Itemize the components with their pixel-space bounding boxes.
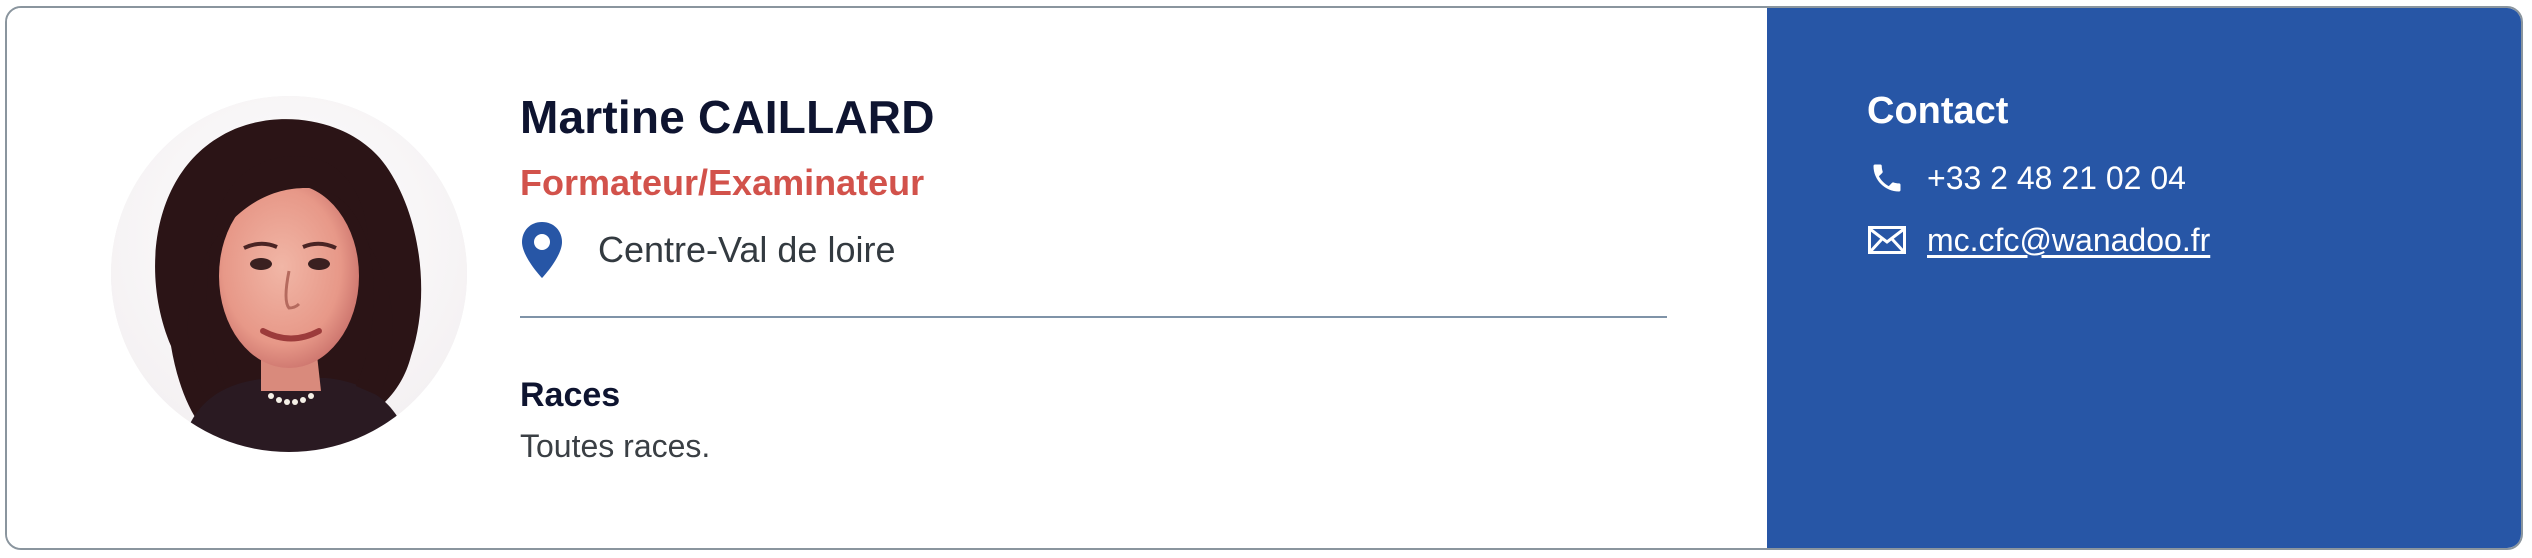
avatar-photo (111, 96, 467, 452)
contact-email-link[interactable]: mc.cfc@wanadoo.fr (1927, 222, 2210, 259)
races-value: Toutes races. (520, 428, 711, 464)
avatar (111, 96, 467, 452)
profile-card: Martine CAILLARD Formateur/Examinateur C… (5, 6, 2523, 550)
profile-name: Martine CAILLARD (520, 91, 935, 143)
contact-phone[interactable]: +33 2 48 21 02 04 (1927, 160, 2186, 197)
contact-panel: Contact +33 2 48 21 02 04 mc.cfc@wanadoo… (1767, 8, 2521, 548)
contact-phone-row: +33 2 48 21 02 04 (1867, 156, 2186, 200)
map-pin-icon (522, 222, 562, 278)
section-divider (520, 316, 1667, 318)
location-label: Centre-Val de loire (598, 229, 896, 270)
profile-role: Formateur/Examinateur (520, 162, 925, 203)
races-heading: Races (520, 376, 621, 414)
envelope-icon (1867, 220, 1907, 260)
contact-heading: Contact (1867, 90, 2009, 132)
contact-email-row: mc.cfc@wanadoo.fr (1867, 218, 2210, 262)
phone-icon (1867, 158, 1907, 198)
profile-location: Centre-Val de loire (520, 220, 895, 280)
profile-info-panel: Martine CAILLARD Formateur/Examinateur C… (7, 8, 1767, 548)
